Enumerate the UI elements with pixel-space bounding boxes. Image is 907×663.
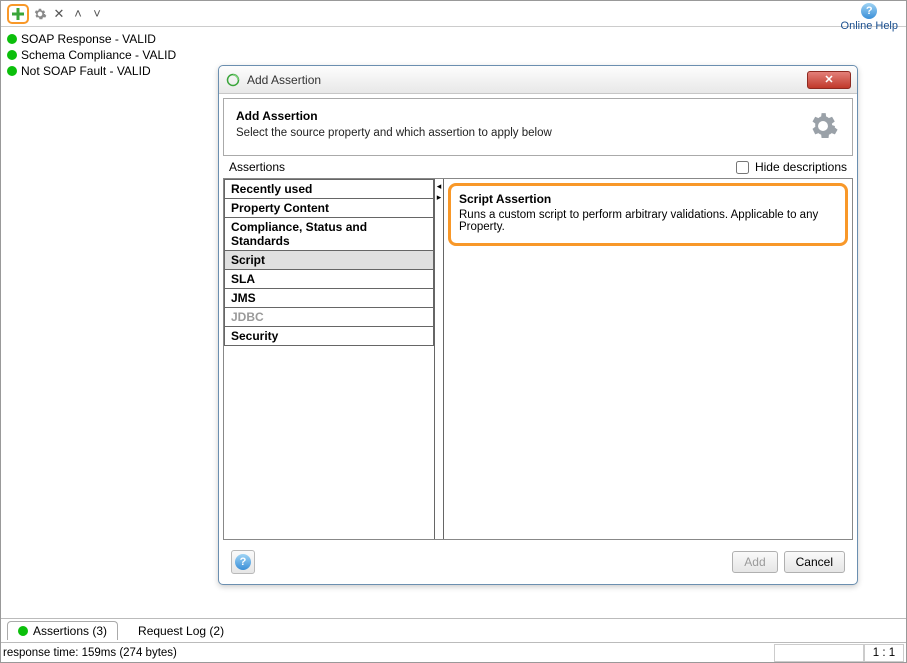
main-toolbar: ✕ ˄ ˅ ? Online Help <box>1 1 906 27</box>
assertion-list-item[interactable]: SOAP Response - VALID <box>3 31 217 47</box>
category-item-sla[interactable]: SLA <box>224 270 434 289</box>
online-help-link[interactable]: ? Online Help <box>841 3 898 32</box>
status-dot-valid <box>7 50 17 60</box>
settings-icon[interactable] <box>32 6 48 22</box>
status-ratio: 1 : 1 <box>864 644 904 662</box>
gear-icon <box>806 109 840 143</box>
tab-request-log[interactable]: Request Log (2) <box>128 622 234 640</box>
assertion-label: SOAP Response - VALID <box>21 32 156 46</box>
splitter-left-icon: ◂ <box>437 181 442 192</box>
dialog-footer: ? Add Cancel <box>223 544 853 580</box>
category-item-jms[interactable]: JMS <box>224 289 434 308</box>
status-dot-valid <box>7 66 17 76</box>
bottom-tabs: Assertions (3) Request Log (2) <box>1 618 906 642</box>
dialog-title: Add Assertion <box>247 73 321 87</box>
category-list: Recently used Property Content Complianc… <box>224 179 434 539</box>
expand-down-icon[interactable]: ˅ <box>89 6 105 22</box>
online-help-label: Online Help <box>841 20 898 32</box>
collapse-up-icon[interactable]: ˄ <box>70 6 86 22</box>
category-item-compliance[interactable]: Compliance, Status and Standards <box>224 218 434 251</box>
dialog-header-title: Add Assertion <box>236 109 552 123</box>
dialog-header-subtitle: Select the source property and which ass… <box>236 127 552 139</box>
help-icon: ? <box>861 3 877 19</box>
assertion-label: Not SOAP Fault - VALID <box>21 64 151 78</box>
assertion-list-item[interactable]: Not SOAP Fault - VALID <box>3 63 217 79</box>
status-response-time: response time: 159ms (274 bytes) <box>3 647 177 659</box>
category-item-jdbc: JDBC <box>224 308 434 327</box>
close-small-icon[interactable]: ✕ <box>51 6 67 22</box>
tab-label: Request Log (2) <box>138 624 224 638</box>
hide-descriptions-checkbox[interactable] <box>736 161 749 174</box>
assertion-detail-panel: Script Assertion Runs a custom script to… <box>444 179 852 539</box>
assertion-option-desc: Runs a custom script to perform arbitrar… <box>459 209 837 233</box>
splitter-right-icon: ▸ <box>437 192 442 203</box>
assertion-option-script-assertion[interactable]: Script Assertion Runs a custom script to… <box>448 183 848 246</box>
cancel-button[interactable]: Cancel <box>784 551 845 573</box>
status-dot-valid <box>18 626 28 636</box>
dialog-close-button[interactable]: ✕ <box>807 71 851 89</box>
status-dot-valid <box>7 34 17 44</box>
assertions-header-row: Assertions Hide descriptions <box>219 156 857 178</box>
dialog-titlebar[interactable]: Add Assertion ✕ <box>219 66 857 94</box>
assertions-section-label: Assertions <box>229 160 285 174</box>
dialog-content: Recently used Property Content Complianc… <box>223 178 853 540</box>
status-bar: response time: 159ms (274 bytes) 1 : 1 <box>1 642 906 662</box>
add-assertion-button[interactable] <box>10 6 26 22</box>
tab-assertions[interactable]: Assertions (3) <box>7 621 118 640</box>
hide-descriptions-toggle[interactable]: Hide descriptions <box>736 160 847 174</box>
hide-descriptions-label: Hide descriptions <box>755 160 847 174</box>
dialog-help-button[interactable]: ? <box>231 550 255 574</box>
tab-label: Assertions (3) <box>33 624 107 638</box>
assertion-label: Schema Compliance - VALID <box>21 48 176 62</box>
dialog-app-icon <box>225 72 241 88</box>
assertion-list-item[interactable]: Schema Compliance - VALID <box>3 47 217 63</box>
status-empty-cell <box>774 644 864 662</box>
category-item-script[interactable]: Script <box>224 251 434 270</box>
assertion-list-panel: SOAP Response - VALID Schema Compliance … <box>1 27 217 618</box>
category-item-recently-used[interactable]: Recently used <box>224 179 434 199</box>
help-icon: ? <box>235 554 251 570</box>
category-item-property-content[interactable]: Property Content <box>224 199 434 218</box>
dialog-header: Add Assertion Select the source property… <box>223 98 853 156</box>
add-assertion-highlight <box>7 4 29 24</box>
add-assertion-dialog: Add Assertion ✕ Add Assertion Select the… <box>218 65 858 585</box>
assertion-option-title: Script Assertion <box>459 192 837 206</box>
add-button[interactable]: Add <box>732 551 777 573</box>
category-item-security[interactable]: Security <box>224 327 434 346</box>
splitter-handle[interactable]: ◂ ▸ <box>434 179 444 539</box>
